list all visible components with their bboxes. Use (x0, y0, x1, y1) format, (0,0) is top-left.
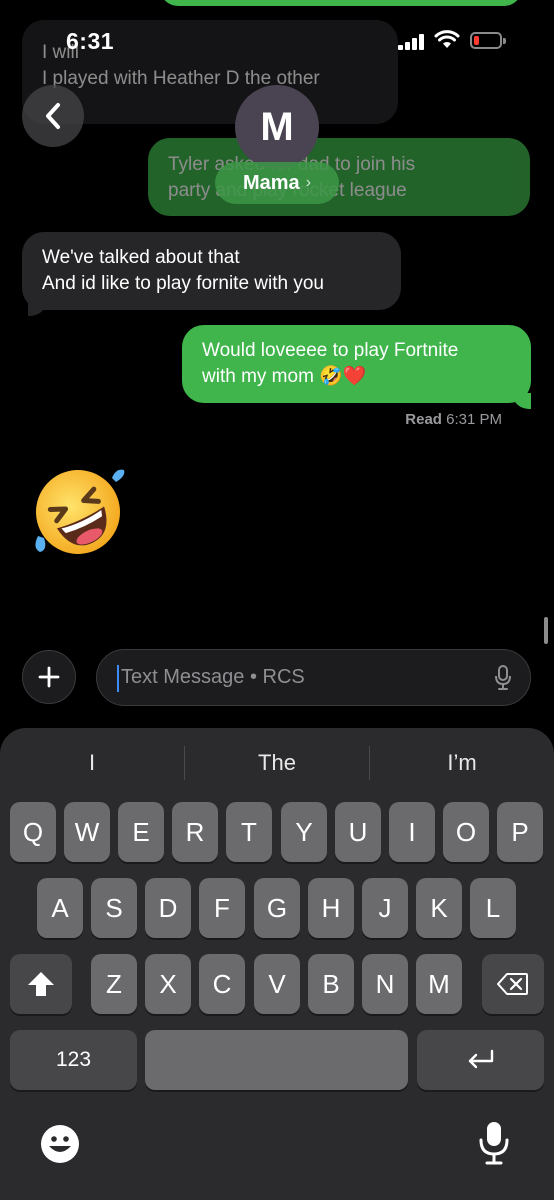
key-s[interactable]: S (91, 878, 137, 938)
add-attachment-button[interactable] (22, 650, 76, 704)
return-key[interactable] (417, 1030, 544, 1090)
read-label: Read (405, 411, 442, 428)
key-o[interactable]: O (443, 802, 489, 862)
shift-key[interactable] (10, 954, 72, 1014)
key-p[interactable]: P (497, 802, 543, 862)
key-w[interactable]: W (64, 802, 110, 862)
contact-name: Mama (242, 171, 300, 194)
rolling-laughing-emoji-icon[interactable] (28, 466, 128, 556)
chevron-left-icon (46, 103, 60, 129)
status-time: 6:31 (66, 28, 115, 54)
keyboard: I The I’m Q W E R T Y U I O P A S D F G … (0, 728, 554, 1200)
key-r[interactable]: R (172, 802, 218, 862)
suggestion-2[interactable]: The (185, 728, 369, 798)
message-line: with my mom 🤣❤️ (202, 366, 367, 387)
key-q[interactable]: Q (10, 802, 56, 862)
key-i[interactable]: I (389, 802, 435, 862)
contact-name-button[interactable]: Mama › (215, 162, 339, 204)
key-t[interactable]: T (226, 802, 272, 862)
key-l[interactable]: L (470, 878, 516, 938)
key-c[interactable]: C (199, 954, 245, 1014)
wifi-icon (434, 30, 460, 48)
backspace-icon (497, 973, 528, 995)
backspace-key[interactable] (482, 954, 544, 1014)
contact-avatar[interactable]: M (235, 85, 319, 169)
message-input-placeholder: Text Message • RCS (121, 666, 305, 688)
key-b[interactable]: B (308, 954, 354, 1014)
message-line: Would loveeee to play Fortnite (202, 340, 459, 361)
key-u[interactable]: U (335, 802, 381, 862)
key-j[interactable]: J (362, 878, 408, 938)
key-x[interactable]: X (145, 954, 191, 1014)
bubble-tail (28, 300, 46, 316)
text-cursor (117, 665, 119, 692)
key-k[interactable]: K (416, 878, 462, 938)
suggestion-3[interactable]: I’m (370, 728, 554, 798)
chevron-right-icon: › (305, 174, 312, 191)
key-m[interactable]: M (416, 954, 462, 1014)
message-line: I played with Heather D the other (42, 68, 320, 89)
partial-outgoing-bubble (160, 0, 522, 6)
key-z[interactable]: Z (91, 954, 137, 1014)
message-line: And id like to play fornite with you (42, 273, 324, 294)
dictation-microphone-icon[interactable] (478, 1120, 510, 1166)
suggestion-1[interactable]: I (0, 728, 184, 798)
message-line: We've talked about that (42, 247, 240, 268)
space-key[interactable] (145, 1030, 408, 1090)
read-time: 6:31 PM (446, 411, 502, 428)
key-f[interactable]: F (199, 878, 245, 938)
cellular-signal-icon (398, 34, 426, 50)
message-input[interactable]: Text Message • RCS (96, 649, 531, 706)
emoji-keyboard-icon[interactable] (40, 1124, 80, 1164)
plus-icon (38, 666, 60, 688)
microphone-icon[interactable] (494, 665, 512, 691)
key-n[interactable]: N (362, 954, 408, 1014)
scroll-indicator[interactable] (544, 617, 548, 644)
return-arrow-icon (468, 1049, 493, 1069)
key-v[interactable]: V (254, 954, 300, 1014)
battery-low-icon (470, 32, 506, 49)
shift-arrow-icon (28, 972, 54, 996)
key-y[interactable]: Y (281, 802, 327, 862)
key-d[interactable]: D (145, 878, 191, 938)
read-receipt: Read 6:31 PM (405, 411, 502, 428)
key-a[interactable]: A (37, 878, 83, 938)
key-g[interactable]: G (254, 878, 300, 938)
back-button[interactable] (22, 85, 84, 147)
bubble-tail (513, 393, 531, 409)
numbers-key[interactable]: 123 (10, 1030, 137, 1090)
key-h[interactable]: H (308, 878, 354, 938)
key-e[interactable]: E (118, 802, 164, 862)
